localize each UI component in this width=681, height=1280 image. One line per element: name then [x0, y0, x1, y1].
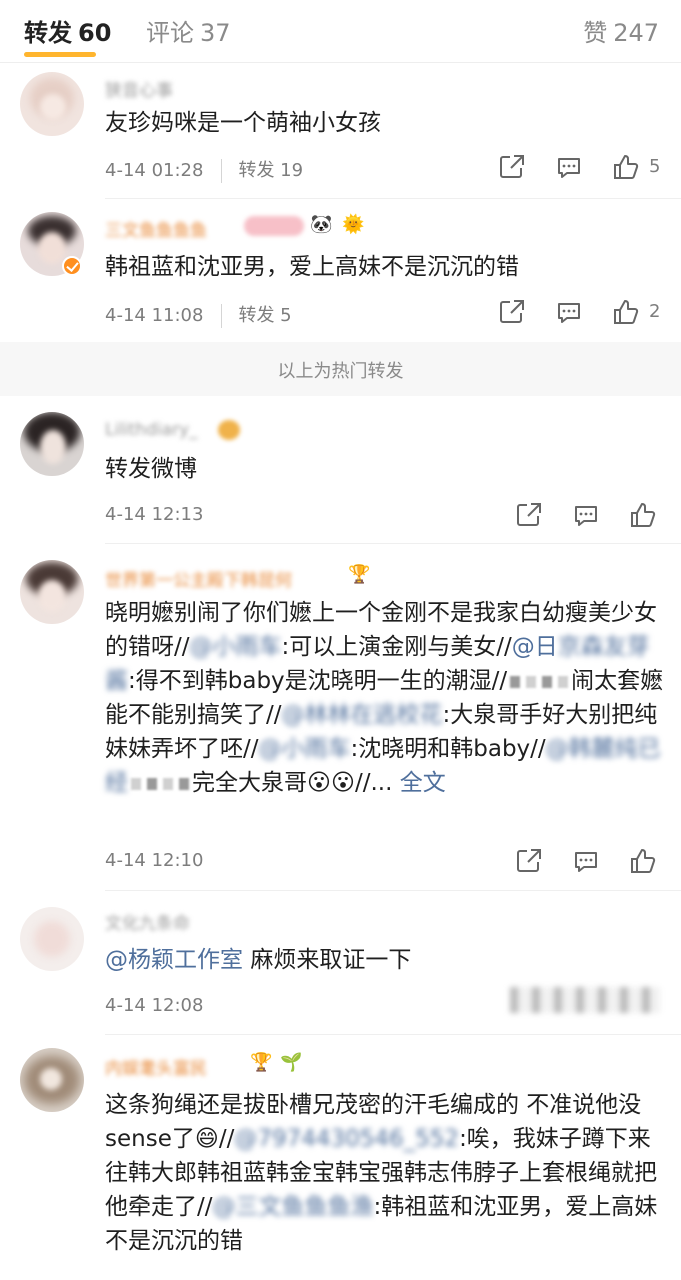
mosaic-redaction	[179, 777, 189, 790]
repost-text: 友珍妈咪是一个萌袖小女孩	[105, 110, 381, 136]
sun-badge-icon: 🌞	[342, 214, 365, 235]
avatar[interactable]	[20, 907, 84, 971]
mention-link[interactable]: 花	[420, 702, 443, 728]
tab-comment-count: 37	[200, 19, 231, 47]
timestamp: 4-14 12:13	[105, 504, 204, 525]
post-meta: 4-14 12:13	[105, 504, 203, 525]
username[interactable]: Lilithdiary_	[105, 420, 198, 440]
repost-text: @杨颖工作室 麻烦来取证一下	[105, 943, 665, 977]
timestamp: 4-14 01:28	[105, 160, 204, 181]
tab-like[interactable]: 赞 247	[583, 13, 659, 48]
repost-count[interactable]: 转发 19	[238, 160, 303, 181]
username[interactable]: 三文鱼鱼鱼鱼	[105, 216, 207, 241]
comment-icon[interactable]	[554, 297, 584, 327]
tab-like-count: 247	[613, 19, 659, 47]
text-segment: 完全大泉哥	[192, 770, 307, 796]
tab-bar: 转发 60 评论 37 赞 247	[0, 0, 681, 60]
avatar[interactable]	[20, 412, 84, 476]
thumbs-up-icon[interactable]	[628, 500, 658, 530]
mention-link[interactable]: @小雨车	[190, 634, 282, 660]
item-divider	[105, 543, 681, 544]
timestamp: 4-14 11:08	[105, 305, 204, 326]
share-icon[interactable]	[497, 152, 527, 182]
mention-link[interactable]: @杨颖工作室	[105, 947, 243, 973]
repost-text: 转发微博	[105, 456, 197, 482]
tab-comment[interactable]: 评论 37	[146, 13, 231, 48]
member-badge-icon	[244, 216, 304, 236]
mosaic-redaction	[526, 675, 537, 688]
comment-icon[interactable]	[571, 846, 601, 876]
repost-text: 晓明嬷别闹了你们嬷上一个金刚不是我家白幼瘦美少女的错呀//@小雨车:可以上演金刚…	[105, 596, 665, 800]
like-count: 2	[649, 301, 661, 322]
blurred-actions	[510, 987, 660, 1013]
repost-text: 这条狗绳还是拔卧槽兄茂密的汗毛编成的 不准说他没sense了😄//@797443…	[105, 1088, 665, 1258]
text-segment: :沈晓明和韩baby//	[350, 736, 546, 762]
item-divider	[105, 1034, 681, 1035]
username[interactable]: 狭音心事	[105, 76, 173, 101]
emoji-icon: 😮😮	[307, 770, 355, 796]
repost-count[interactable]: 转发 5	[238, 305, 291, 326]
text-segment: :得不到韩baby是沈晓明一生的潮湿//	[128, 668, 508, 694]
active-tab-indicator	[24, 52, 96, 57]
comment-icon[interactable]	[571, 500, 601, 530]
comment-icon[interactable]	[554, 152, 584, 182]
tab-repost[interactable]: 转发 60	[24, 13, 111, 48]
mosaic-redaction	[147, 777, 157, 790]
mention-link[interactable]: @日	[512, 634, 558, 660]
crown-badge-icon	[218, 420, 240, 440]
emoji-icon: 😄	[194, 1126, 219, 1152]
tab-repost-label: 转发	[24, 19, 72, 47]
sprout-icon: 🌱	[280, 1052, 303, 1073]
share-icon[interactable]	[514, 500, 544, 530]
timestamp: 4-14 12:08	[105, 995, 204, 1016]
mention-link[interactable]: @三文鱼鱼鱼渔	[213, 1194, 374, 1220]
meta-divider	[221, 159, 223, 183]
text-segment: 麻烦来取证一下	[250, 947, 412, 973]
text-segment: //	[218, 1126, 235, 1152]
post-meta: 4-14 12:10	[105, 850, 203, 871]
timestamp: 4-14 12:10	[105, 850, 204, 871]
username[interactable]: 世界第一公主殿下韩昆何	[105, 566, 292, 591]
mosaic-redaction	[558, 675, 569, 688]
trophy-badge-icon: 🏆	[348, 564, 371, 585]
tab-like-label: 赞	[583, 19, 608, 47]
thumbs-up-icon[interactable]	[628, 846, 658, 876]
mention-link[interactable]: @小雨车	[259, 736, 351, 762]
avatar[interactable]	[20, 1048, 84, 1112]
full-text-link[interactable]: 全文	[400, 770, 446, 796]
item-divider	[105, 198, 681, 199]
repost-text: 韩祖蓝和沈亚男，爱上高妹不是沉沉的错	[105, 254, 519, 280]
trophy-badge-icon: 🏆	[250, 1052, 273, 1073]
mosaic-redaction	[131, 777, 141, 790]
thumbs-up-icon[interactable]	[611, 152, 641, 182]
text-segment: //...	[354, 770, 393, 796]
tab-comment-label: 评论	[146, 19, 194, 47]
item-divider	[105, 890, 681, 891]
share-icon[interactable]	[497, 297, 527, 327]
avatar[interactable]	[20, 72, 84, 136]
tabs-divider	[0, 62, 681, 63]
mosaic-redaction	[510, 675, 521, 688]
avatar[interactable]	[20, 560, 84, 624]
tab-repost-count: 60	[78, 19, 112, 47]
post-meta: 4-14 12:08	[105, 995, 203, 1016]
mosaic-redaction	[542, 675, 553, 688]
mention-link[interactable]: @7974430546_552	[234, 1126, 459, 1152]
username[interactable]: 内娱耄头富民	[105, 1054, 207, 1079]
share-icon[interactable]	[514, 846, 544, 876]
hot-section-label: 以上为热门转发	[277, 361, 404, 382]
mosaic-redaction	[163, 777, 173, 790]
post-meta: 4-14 11:08 转发 5	[105, 301, 292, 328]
text-segment: :可以上演金刚与美女//	[281, 634, 512, 660]
verified-badge-icon	[62, 256, 82, 276]
like-count: 5	[649, 156, 661, 177]
post-meta: 4-14 01:28 转发 19	[105, 156, 303, 183]
username[interactable]: 文化九条命	[105, 909, 190, 934]
mention-link[interactable]: @林林在逃校	[282, 702, 420, 728]
panda-icon: 🐼	[310, 214, 333, 235]
thumbs-up-icon[interactable]	[611, 297, 641, 327]
meta-divider	[221, 304, 223, 328]
